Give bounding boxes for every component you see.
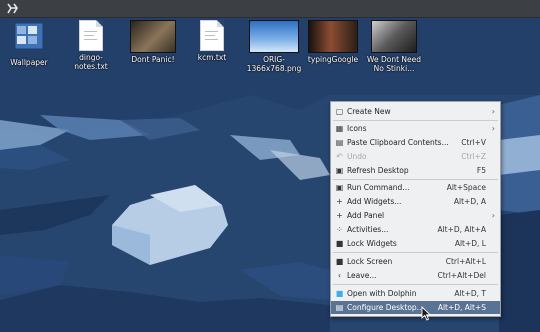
menu-item-lock-widgets[interactable]: ■ Lock Widgets Alt+D, L bbox=[331, 237, 500, 250]
activities-icon: ⁘ bbox=[336, 225, 343, 234]
document-new-icon: ▢ bbox=[335, 107, 344, 116]
folder-icon: ■ bbox=[335, 289, 344, 298]
menu-item-icons[interactable]: ▦ Icons › bbox=[331, 122, 500, 135]
mouse-pointer-icon bbox=[421, 306, 431, 321]
desktop-icon-orig-png[interactable]: ORIG-1366x768.png bbox=[246, 20, 302, 73]
menu-item-add-widgets[interactable]: + Add Widgets... Alt+D, A bbox=[331, 195, 500, 208]
lock-icon: ■ bbox=[335, 257, 344, 266]
menu-separator bbox=[333, 179, 498, 180]
desktop-icon-label: Dont Panic! bbox=[131, 55, 175, 64]
plus-icon: + bbox=[336, 197, 343, 206]
desktop-icon-label: dingo-notes.txt bbox=[74, 53, 108, 71]
menu-item-configure-desktop[interactable]: ▤ Configure Desktop... Alt+D, Alt+S bbox=[331, 301, 500, 314]
image-thumbnail-icon bbox=[249, 20, 299, 53]
menu-item-open-with-dolphin[interactable]: ■ Open with Dolphin Alt+D, T bbox=[331, 287, 500, 300]
menu-item-lock-screen[interactable]: ■ Lock Screen Ctrl+Alt+L bbox=[331, 255, 500, 268]
submenu-arrow-icon: › bbox=[491, 124, 495, 133]
desktop-icon-typing-google[interactable]: typingGoogle bbox=[305, 20, 361, 64]
paste-icon: ▤ bbox=[335, 138, 344, 147]
leave-icon: ‹ bbox=[337, 271, 342, 280]
desktop-icon-label: typingGoogle bbox=[307, 55, 359, 64]
menu-item-activities[interactable]: ⁘ Activities... Alt+D, Alt+A bbox=[331, 223, 500, 236]
desktop-icon-wallpaper[interactable]: Wallpaper bbox=[1, 20, 57, 67]
desktop-icon-dont-panic[interactable]: Dont Panic! bbox=[125, 20, 181, 64]
menu-separator bbox=[333, 284, 498, 285]
desktop-icon-label: Wallpaper bbox=[10, 58, 48, 67]
desktop-context-menu: ▢ Create New › ▦ Icons › ▤ Paste Clipboa… bbox=[330, 101, 501, 317]
icons-view-icon: ▦ bbox=[335, 124, 344, 133]
top-panel bbox=[0, 0, 540, 18]
lock-icon: ■ bbox=[335, 239, 344, 248]
folder-icon bbox=[14, 22, 44, 50]
menu-separator bbox=[333, 120, 498, 121]
desktop-icon-we-dont-need[interactable]: We Dont Need No Stinki... bbox=[366, 20, 422, 73]
text-file-icon bbox=[79, 20, 103, 51]
image-thumbnail-icon bbox=[308, 20, 358, 53]
menu-item-undo[interactable]: ↶ Undo Ctrl+Z bbox=[331, 150, 500, 163]
undo-icon: ↶ bbox=[336, 152, 343, 161]
desktop-icon-label: kcm.txt bbox=[197, 53, 227, 62]
desktop-icon-label: ORIG-1366x768.png bbox=[246, 55, 302, 73]
menu-item-leave[interactable]: ‹ Leave... Ctrl+Alt+Del bbox=[331, 269, 500, 282]
submenu-arrow-icon: › bbox=[491, 211, 495, 220]
desktop-icon-kcm[interactable]: kcm.txt bbox=[184, 20, 240, 62]
menu-item-create-new[interactable]: ▢ Create New › bbox=[331, 105, 500, 118]
menu-separator bbox=[333, 252, 498, 253]
menu-item-run-command[interactable]: ▣ Run Command... Alt+Space bbox=[331, 181, 500, 194]
text-file-icon bbox=[200, 20, 224, 51]
image-thumbnail-icon bbox=[130, 20, 176, 53]
refresh-icon: ▣ bbox=[335, 166, 344, 175]
plus-icon: + bbox=[336, 211, 343, 220]
menu-item-paste[interactable]: ▤ Paste Clipboard Contents... Ctrl+V bbox=[331, 136, 500, 149]
image-thumbnail-icon bbox=[371, 20, 417, 53]
kde-logo-icon[interactable] bbox=[6, 2, 19, 15]
desktop-icon-label: We Dont Need No Stinki... bbox=[366, 55, 422, 73]
configure-icon: ▤ bbox=[335, 303, 344, 312]
menu-item-add-panel[interactable]: + Add Panel › bbox=[331, 209, 500, 222]
desktop-icon-dingo-notes[interactable]: dingo-notes.txt bbox=[63, 20, 119, 71]
run-command-icon: ▣ bbox=[335, 183, 344, 192]
submenu-arrow-icon: › bbox=[491, 107, 495, 116]
menu-item-refresh-desktop[interactable]: ▣ Refresh Desktop F5 bbox=[331, 164, 500, 177]
